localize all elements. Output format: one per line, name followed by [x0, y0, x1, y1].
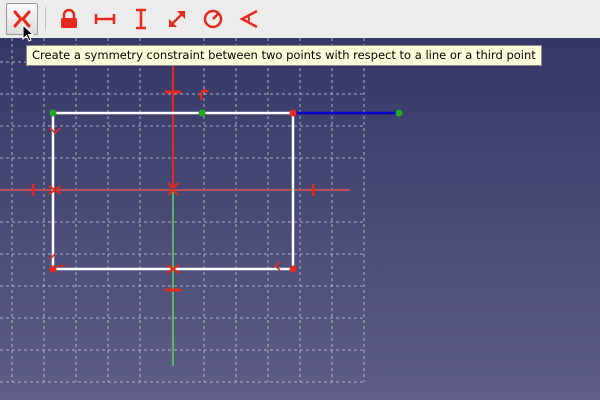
horizontal-distance-icon — [94, 14, 116, 24]
point-bottom-left[interactable] — [49, 265, 57, 273]
vertical-distance-constraint-button[interactable] — [125, 3, 157, 35]
horizontal-distance-constraint-button[interactable] — [89, 3, 121, 35]
sketch-canvas[interactable] — [0, 38, 600, 400]
lock-icon — [61, 8, 77, 28]
radius-icon — [203, 9, 223, 29]
tooltip: Create a symmetry constraint between two… — [26, 45, 542, 66]
sketcher-constraints-toolbar — [0, 0, 600, 39]
mouse-cursor-icon — [22, 24, 34, 42]
toolbar-separator — [45, 7, 46, 31]
point-bottom-right[interactable] — [289, 265, 297, 273]
radius-constraint-button[interactable] — [197, 3, 229, 35]
point-top-left[interactable] — [49, 109, 57, 117]
lock-constraint-button[interactable] — [53, 3, 85, 35]
diagonal-arrow-icon — [169, 11, 185, 27]
point-top-right[interactable] — [289, 109, 297, 117]
point-line-end[interactable] — [395, 109, 403, 117]
vertical-distance-icon — [136, 8, 146, 30]
angle-icon — [239, 9, 258, 29]
angle-constraint-button[interactable] — [233, 3, 265, 35]
point-top-mid[interactable] — [198, 109, 206, 117]
length-constraint-button[interactable] — [161, 3, 193, 35]
